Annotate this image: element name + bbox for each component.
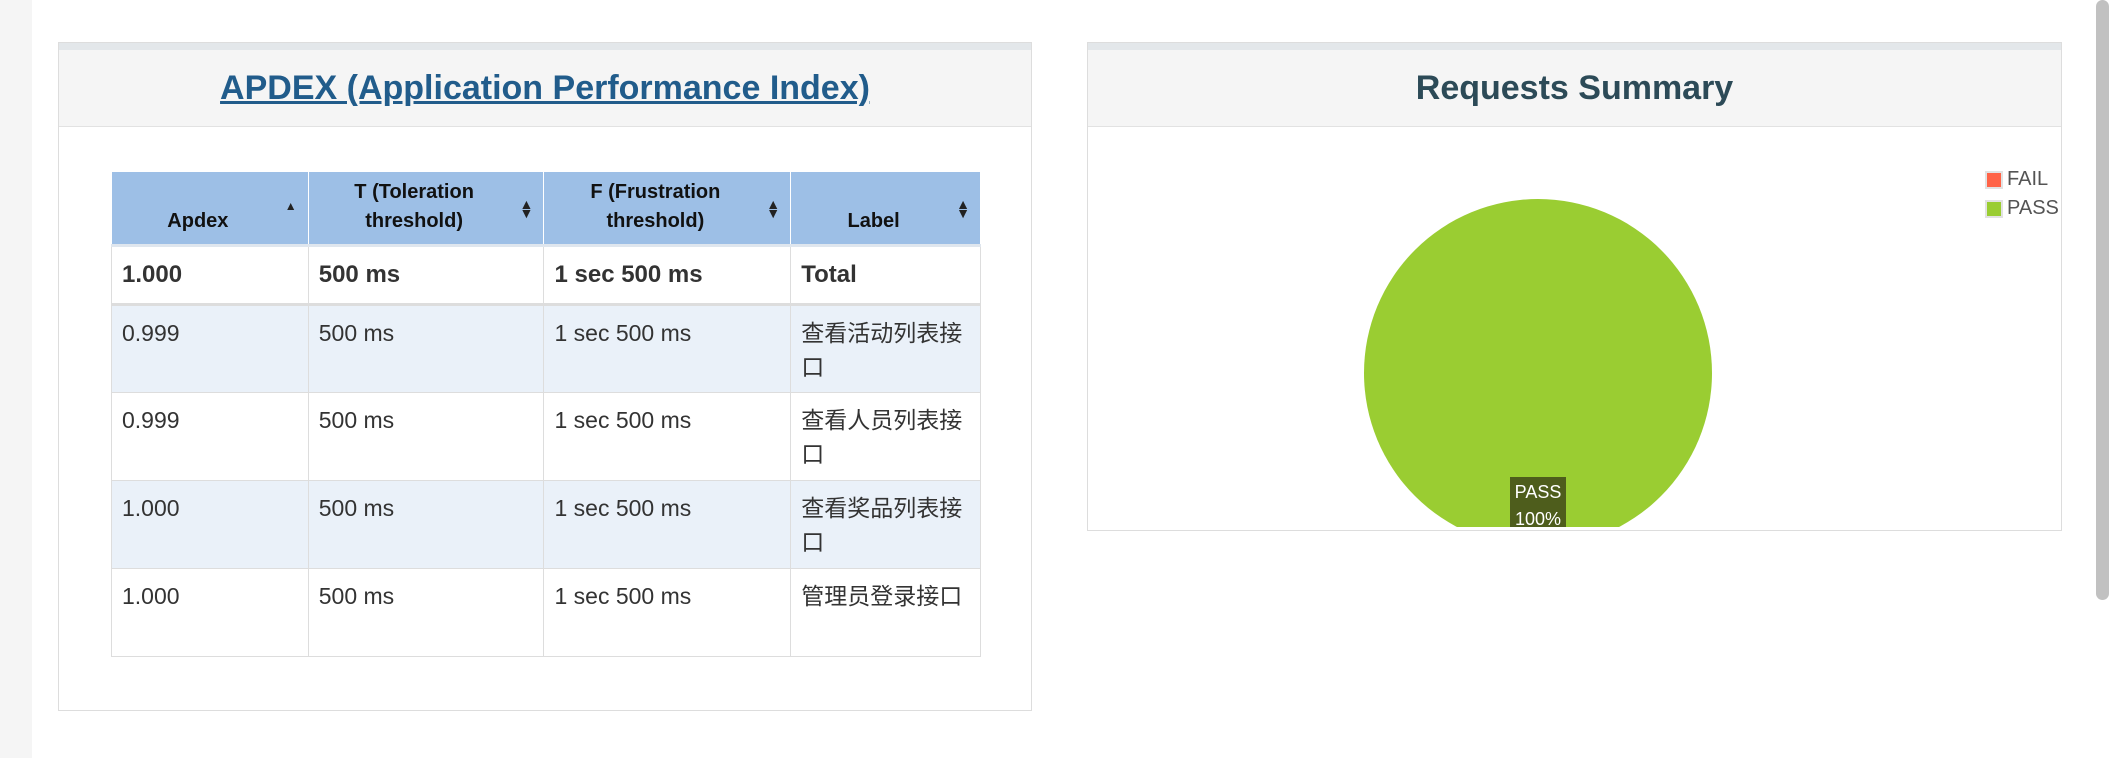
cell-apdex: 1.000 (111, 568, 309, 657)
cell-label: 查看人员列表接口 (790, 392, 981, 481)
summary-title: Requests Summary (1415, 68, 1734, 107)
column-header-label: T (Toleration threshold) (354, 181, 474, 232)
sort-both-icon: ▲ ▼ (519, 196, 534, 221)
cell-toleration: 500 ms (307, 392, 545, 481)
requests-pie-chart: PASS 100% (1364, 199, 1712, 527)
cell-label: 查看奖品列表接口 (790, 480, 981, 569)
cell-frustration: 1 sec 500 ms (543, 245, 792, 306)
column-header-toleration[interactable]: T (Toleration threshold) ▲ ▼ (307, 171, 545, 247)
data-label-value: 100% (1515, 509, 1561, 527)
column-header-label: Label (847, 210, 900, 232)
table-row-total: 1.000 500 ms 1 sec 500 ms Total (111, 245, 981, 306)
legend-swatch-pass (1985, 199, 2003, 218)
cell-label: Total (790, 245, 981, 306)
cell-toleration: 500 ms (307, 245, 545, 306)
apdex-panel: APDEX (Application Performance Index) Ap… (58, 42, 1032, 711)
cell-frustration: 1 sec 500 ms (543, 480, 792, 569)
column-header-apdex[interactable]: Apdex ▲ (111, 171, 309, 247)
column-header-label-col[interactable]: Label ▲ ▼ (790, 171, 981, 247)
column-header-frustration[interactable]: F (Frustration threshold) ▲ ▼ (543, 171, 792, 247)
apdex-header-row: Apdex ▲ T (Toleration threshold) ▲ ▼ F (F… (111, 171, 981, 247)
vertical-scrollbar[interactable] (2092, 0, 2112, 758)
table-row: 0.999 500 ms 1 sec 500 ms 查看活动列表接口 (111, 304, 981, 393)
summary-panel-heading: Requests Summary (1088, 43, 2061, 127)
scrollbar-thumb[interactable] (2096, 0, 2109, 600)
legend-swatch-fail (1985, 170, 2003, 189)
cell-apdex: 1.000 (111, 245, 309, 306)
cell-apdex: 0.999 (111, 392, 309, 481)
apdex-title-heading: APDEX (Application Performance Index) (220, 69, 870, 108)
chart-legend: FAIL PASS (1985, 165, 2059, 223)
sort-both-icon: ▲ ▼ (766, 196, 781, 221)
requests-summary-panel: Requests Summary PASS 100% FAIL PASS (1087, 42, 2062, 531)
table-row: 1.000 500 ms 1 sec 500 ms 管理员登录接口 (111, 568, 981, 657)
apdex-panel-heading: APDEX (Application Performance Index) (59, 43, 1031, 127)
sort-both-icon: ▲ ▼ (956, 196, 970, 221)
column-header-label: Apdex (167, 210, 229, 232)
cell-label: 管理员登录接口 (790, 568, 981, 657)
apdex-table: Apdex ▲ T (Toleration threshold) ▲ ▼ F (F… (111, 171, 981, 657)
sort-ascending-icon: ▲ (284, 199, 297, 213)
pie-data-label-pass: PASS 100% (1510, 477, 1566, 527)
report-page: APDEX (Application Performance Index) Ap… (32, 0, 2092, 758)
cell-frustration: 1 sec 500 ms (543, 568, 792, 657)
table-row: 0.999 500 ms 1 sec 500 ms 查看人员列表接口 (111, 392, 981, 481)
legend-item-pass[interactable]: PASS (1985, 194, 2059, 223)
cell-frustration: 1 sec 500 ms (543, 392, 792, 481)
legend-label: PASS (2007, 197, 2059, 219)
cell-apdex: 1.000 (111, 480, 309, 569)
legend-item-fail[interactable]: FAIL (1985, 165, 2059, 194)
cell-toleration: 500 ms (307, 480, 545, 569)
cell-frustration: 1 sec 500 ms (543, 304, 792, 393)
cell-toleration: 500 ms (307, 568, 545, 657)
legend-label: FAIL (2007, 168, 2049, 190)
cell-label: 查看活动列表接口 (790, 304, 981, 393)
data-label-name: PASS (1515, 482, 1562, 502)
apdex-title-link[interactable]: APDEX (Application Performance Index) (220, 69, 870, 107)
table-row: 1.000 500 ms 1 sec 500 ms 查看奖品列表接口 (111, 480, 981, 569)
column-header-label: F (Frustration threshold) (590, 181, 721, 232)
cell-apdex: 0.999 (111, 304, 309, 393)
cell-toleration: 500 ms (307, 304, 545, 393)
